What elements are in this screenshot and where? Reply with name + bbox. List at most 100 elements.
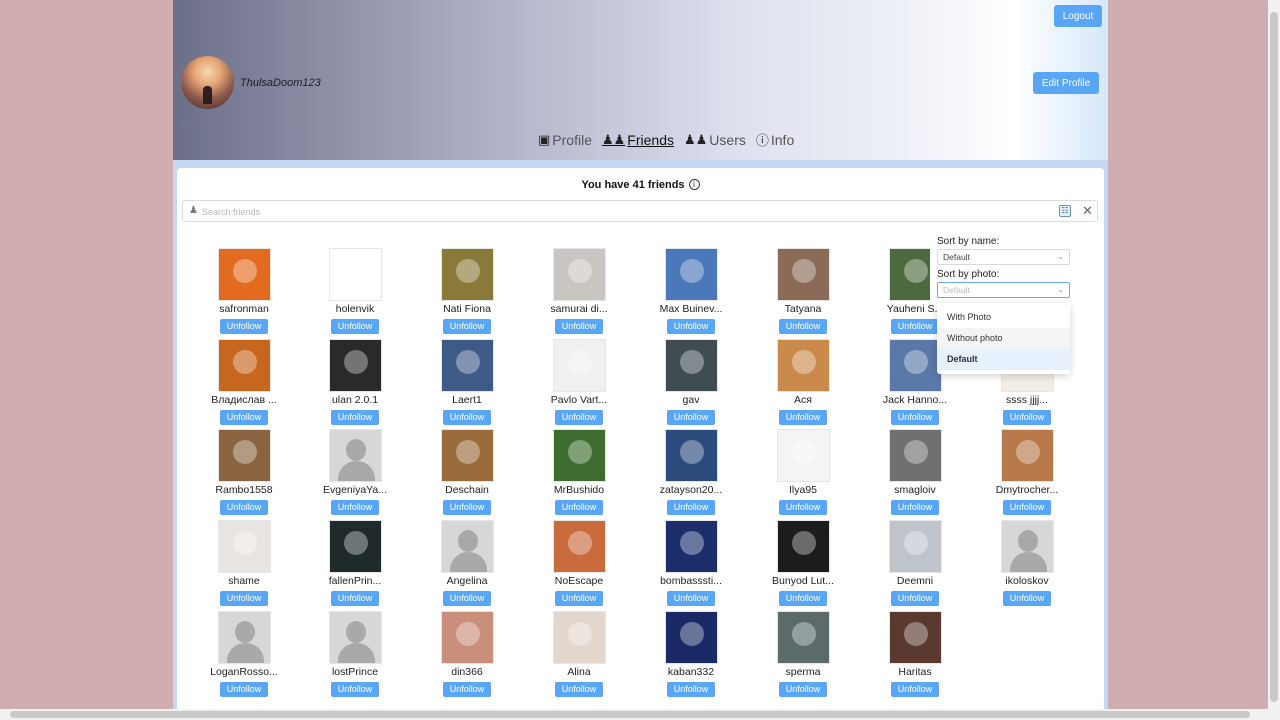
friend-name[interactable]: Max Buinev... [646,303,736,316]
friend-name[interactable]: gav [646,394,736,407]
unfollow-button[interactable]: Unfollow [1003,591,1051,606]
friend-name[interactable]: Dmytrocher... [982,484,1072,497]
friend-name[interactable]: Владислав ... [199,394,289,407]
friend-name[interactable]: Deemni [870,575,960,588]
unfollow-button[interactable]: Unfollow [443,591,491,606]
friend-avatar[interactable] [664,248,718,301]
search-input[interactable] [202,204,1052,219]
friend-avatar[interactable] [328,339,382,392]
friend-name[interactable]: zatayson20... [646,484,736,497]
friend-avatar[interactable] [440,339,494,392]
unfollow-button[interactable]: Unfollow [555,410,603,425]
friend-avatar[interactable] [776,611,830,664]
unfollow-button[interactable]: Unfollow [667,410,715,425]
friend-avatar[interactable] [664,429,718,482]
unfollow-button[interactable]: Unfollow [443,682,491,697]
friend-name[interactable]: samurai di... [534,303,624,316]
unfollow-button[interactable]: Unfollow [667,319,715,334]
info-icon[interactable]: i [688,179,700,190]
friend-avatar[interactable] [776,339,830,392]
friend-avatar[interactable] [664,520,718,573]
friend-avatar[interactable] [552,248,606,301]
unfollow-button[interactable]: Unfollow [220,410,268,425]
friend-name[interactable]: Deschain [422,484,512,497]
friend-avatar[interactable] [328,248,382,301]
friend-name[interactable]: LoganRosso... [199,666,289,679]
unfollow-button[interactable]: Unfollow [779,591,827,606]
friend-avatar[interactable] [776,248,830,301]
friend-name[interactable]: ulan 2.0.1 [310,394,400,407]
friend-avatar[interactable] [552,339,606,392]
unfollow-button[interactable]: Unfollow [667,591,715,606]
unfollow-button[interactable]: Unfollow [891,319,939,334]
edit-profile-button[interactable]: Edit Profile [1033,72,1099,94]
nav-friends[interactable]: ♟♟ Friends [602,130,674,149]
friend-name[interactable]: Nati Fiona [422,303,512,316]
friend-name[interactable]: sperma [758,666,848,679]
friend-name[interactable]: Ася [758,394,848,407]
friend-name[interactable]: Ilya95 [758,484,848,497]
friend-name[interactable]: din366 [422,666,512,679]
unfollow-button[interactable]: Unfollow [331,591,379,606]
friend-name[interactable]: fallenPrin... [310,575,400,588]
friend-name[interactable]: Alina [534,666,624,679]
friend-name[interactable]: Laert1 [422,394,512,407]
friend-avatar[interactable] [440,429,494,482]
friend-avatar[interactable] [1000,520,1054,573]
friend-avatar[interactable] [217,429,271,482]
friend-avatar[interactable] [888,520,942,573]
friend-avatar[interactable] [552,611,606,664]
friend-avatar[interactable] [552,520,606,573]
friend-avatar[interactable] [664,339,718,392]
friend-avatar[interactable] [328,520,382,573]
unfollow-button[interactable]: Unfollow [220,319,268,334]
friend-name[interactable]: Pavlo Vart... [534,394,624,407]
friend-name[interactable]: holenvik [310,303,400,316]
unfollow-button[interactable]: Unfollow [331,410,379,425]
friend-name[interactable]: Tatyana [758,303,848,316]
friend-name[interactable]: Bunyod Lut... [758,575,848,588]
friend-name[interactable]: kaban332 [646,666,736,679]
unfollow-button[interactable]: Unfollow [220,500,268,515]
friend-name[interactable]: MrBushido [534,484,624,497]
friend-avatar[interactable] [440,611,494,664]
friend-avatar[interactable] [440,520,494,573]
unfollow-button[interactable]: Unfollow [331,682,379,697]
unfollow-button[interactable]: Unfollow [1003,410,1051,425]
filter-icon[interactable]: ☷ [1059,205,1071,217]
nav-profile[interactable]: ▣ Profile [538,130,592,149]
friend-name[interactable]: ssss jjjj... [982,394,1072,407]
friend-avatar[interactable] [888,429,942,482]
close-icon[interactable]: ✕ [1082,203,1093,219]
sort-by-name-select[interactable]: Default ⌄ [937,249,1070,265]
unfollow-button[interactable]: Unfollow [779,410,827,425]
friend-avatar[interactable] [217,339,271,392]
friend-avatar[interactable] [1000,429,1054,482]
unfollow-button[interactable]: Unfollow [331,319,379,334]
friend-name[interactable]: NoEscape [534,575,624,588]
option-default[interactable]: Default [937,349,1070,370]
friend-name[interactable]: bombasssti... [646,575,736,588]
nav-info[interactable]: ⓘ Info [756,130,794,149]
friend-avatar[interactable] [217,520,271,573]
unfollow-button[interactable]: Unfollow [891,591,939,606]
vertical-scrollbar[interactable] [1268,0,1280,720]
friend-name[interactable]: safronman [199,303,289,316]
unfollow-button[interactable]: Unfollow [779,500,827,515]
unfollow-button[interactable]: Unfollow [555,682,603,697]
friend-name[interactable]: Rambo1558 [199,484,289,497]
friend-avatar[interactable] [776,520,830,573]
unfollow-button[interactable]: Unfollow [891,682,939,697]
friend-name[interactable]: Jack Hanno... [870,394,960,407]
friend-name[interactable]: EvgeniyaYa... [310,484,400,497]
friend-name[interactable]: Haritas [870,666,960,679]
unfollow-button[interactable]: Unfollow [555,319,603,334]
friend-name[interactable]: shame [199,575,289,588]
nav-users[interactable]: ♟♟ Users [684,130,746,149]
unfollow-button[interactable]: Unfollow [443,319,491,334]
unfollow-button[interactable]: Unfollow [555,500,603,515]
sort-by-photo-select[interactable]: Default ⌄ [937,282,1070,298]
unfollow-button[interactable]: Unfollow [443,410,491,425]
friend-avatar[interactable] [217,611,271,664]
friend-avatar[interactable] [664,611,718,664]
